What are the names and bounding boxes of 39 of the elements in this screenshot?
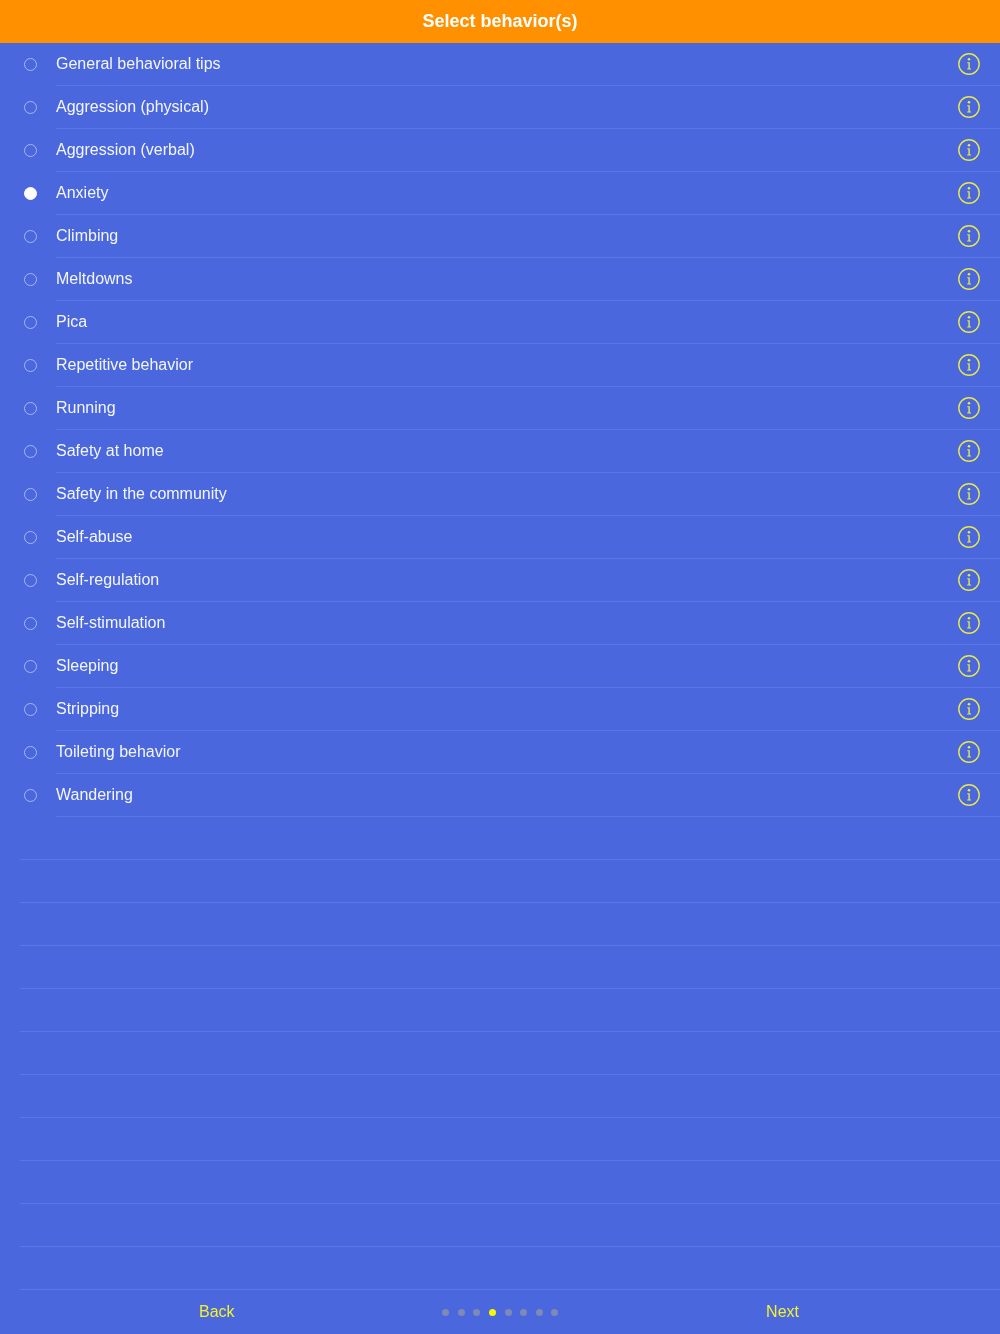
info-icon[interactable]: [958, 354, 980, 376]
info-icon[interactable]: [958, 784, 980, 806]
behavior-label[interactable]: Running: [56, 396, 116, 420]
info-icon[interactable]: [958, 612, 980, 634]
behavior-label[interactable]: Aggression (physical): [56, 95, 209, 119]
info-icon[interactable]: [958, 698, 980, 720]
behavior-label[interactable]: Safety at home: [56, 439, 164, 463]
info-icon[interactable]: [958, 268, 980, 290]
behavior-label[interactable]: Aggression (verbal): [56, 138, 195, 162]
info-icon[interactable]: [958, 53, 980, 75]
behavior-label[interactable]: Wandering: [56, 783, 133, 807]
info-icon[interactable]: [958, 225, 980, 247]
info-icon[interactable]: [958, 96, 980, 118]
behavior-label[interactable]: Repetitive behavior: [56, 353, 193, 377]
info-icon[interactable]: [958, 526, 980, 548]
behavior-label[interactable]: Self-regulation: [56, 568, 160, 592]
back-button[interactable]: Back: [199, 1300, 235, 1324]
info-icon[interactable]: [958, 483, 980, 505]
behavior-label[interactable]: Stripping: [56, 697, 120, 721]
behavior-label[interactable]: Pica: [56, 310, 88, 334]
behavior-label[interactable]: Self-stimulation: [56, 611, 166, 635]
behavior-label[interactable]: Safety in the community: [56, 482, 227, 506]
behavior-label[interactable]: Climbing: [56, 224, 119, 248]
behavior-label[interactable]: Meltdowns: [56, 267, 133, 291]
info-icon[interactable]: [958, 741, 980, 763]
behavior-label[interactable]: Anxiety: [56, 181, 109, 205]
info-icon[interactable]: [958, 440, 980, 462]
behavior-label[interactable]: Sleeping: [56, 654, 119, 678]
behavior-label[interactable]: General behavioral tips: [56, 52, 221, 76]
info-icon[interactable]: [958, 569, 980, 591]
behavior-label[interactable]: Toileting behavior: [56, 740, 181, 764]
info-icon[interactable]: [958, 139, 980, 161]
info-icon[interactable]: [958, 182, 980, 204]
next-button[interactable]: Next: [766, 1300, 799, 1324]
title-text: Select behavior(s): [422, 10, 578, 33]
behavior-label[interactable]: Self-abuse: [56, 525, 133, 549]
info-icon[interactable]: [958, 397, 980, 419]
info-icon[interactable]: [958, 311, 980, 333]
info-icon[interactable]: [958, 655, 980, 677]
